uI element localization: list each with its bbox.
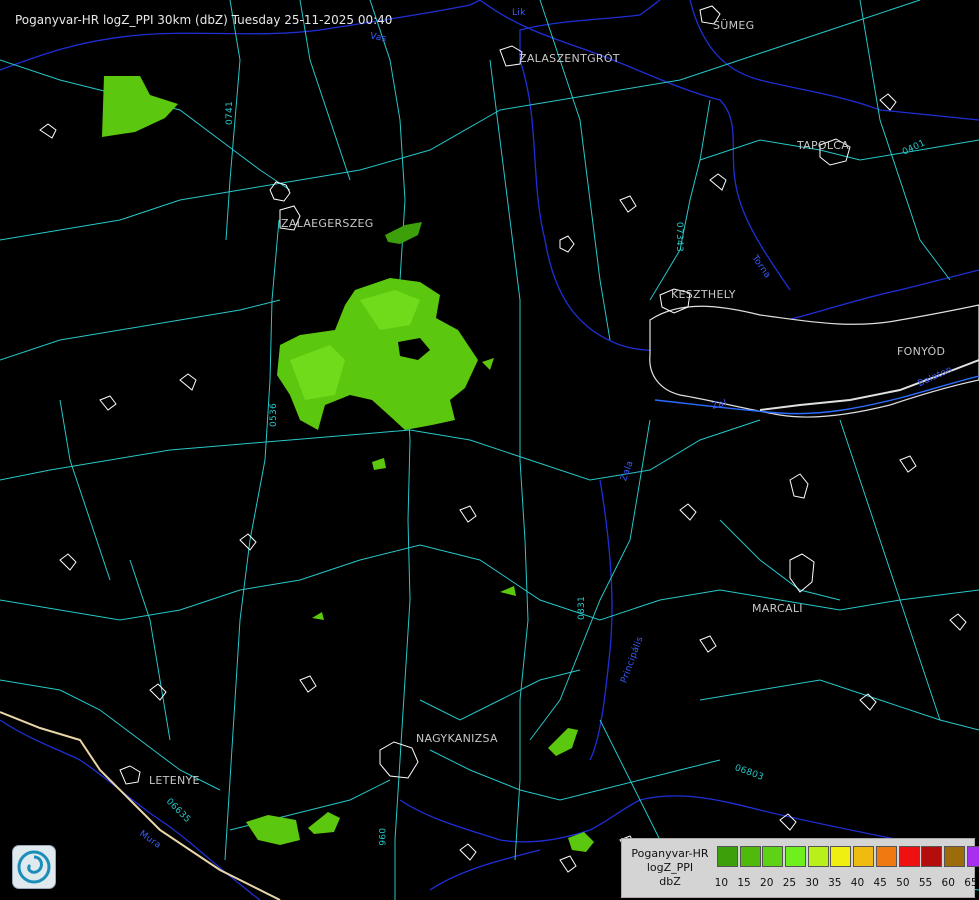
place-label-fonyod: FONYÓD (897, 345, 946, 358)
road-label-0831: 0831 (577, 595, 588, 621)
legend-swatch (762, 846, 784, 867)
legend-swatch (921, 846, 943, 867)
legend-swatch (966, 846, 979, 867)
radar-title: Poganyvar-HR logZ_PPI 30km (dbZ) Tuesday… (15, 13, 393, 27)
legend-unit: dbZ (659, 875, 681, 888)
legend-title: Poganyvar-HR logZ_PPI dbZ (626, 847, 714, 889)
road-label-0536: 0536 (269, 402, 280, 428)
legend-panel: Poganyvar-HR logZ_PPI dbZ 10 15 20 25 30 35 40… (621, 838, 979, 898)
legend-tick-label: 10 (714, 877, 729, 889)
legend-radar-name: Poganyvar-HR (631, 847, 709, 860)
legend-swatch (853, 846, 875, 867)
place-label-nagykanizsa: NAGYKANIZSA (416, 732, 498, 745)
legend-tick-label: 35 (828, 877, 842, 889)
legend-swatch (785, 846, 807, 867)
radar-map (0, 0, 979, 900)
place-label-letenye: LETENYE (149, 774, 200, 787)
place-label-tapolca: TAPOLCA (797, 139, 850, 152)
road-label-0741: 0741 (225, 100, 236, 126)
legend-swatch (875, 846, 897, 867)
place-label-zalaszentgrot: ZALASZENTGRÓT (519, 52, 620, 65)
legend-ticks: 10152025303540455055606570 (710, 877, 979, 889)
legend-tick-label: 55 (918, 877, 933, 889)
weather-service-logo-icon (12, 845, 56, 889)
place-label-marcali: MARCALI (752, 602, 803, 615)
legend-swatch (739, 846, 761, 867)
road-label-096: 096 (376, 827, 387, 847)
legend-tick-label: 30 (805, 877, 819, 889)
legend-tick-label: 20 (760, 877, 774, 889)
legend-tick-label: 60 (941, 877, 955, 889)
legend-swatch (943, 846, 965, 867)
legend-tick-label: 25 (782, 877, 797, 889)
legend-swatch (830, 846, 852, 867)
legend-tick-label: 15 (737, 877, 751, 889)
swirl-icon (17, 850, 51, 884)
legend-color-scale (717, 846, 979, 867)
legend-swatch (807, 846, 829, 867)
legend-tick-label: 40 (850, 877, 865, 889)
legend-product-name: logZ_PPI (646, 861, 694, 874)
legend-tick-label: 65 (964, 877, 978, 889)
legend-tick-label: 45 (873, 877, 887, 889)
road-label-07343: 07343 (674, 221, 685, 253)
legend-swatch (898, 846, 920, 867)
place-label-zalaegerszeg: ZALAEGERSZEG (281, 217, 374, 230)
legend-tick-label: 50 (896, 877, 910, 889)
legend-swatch (717, 846, 738, 867)
river-label-lik: Lik (512, 8, 526, 18)
place-label-keszthely: KESZTHELY (671, 288, 736, 301)
place-label-sumeg: SÜMEG (713, 19, 755, 32)
